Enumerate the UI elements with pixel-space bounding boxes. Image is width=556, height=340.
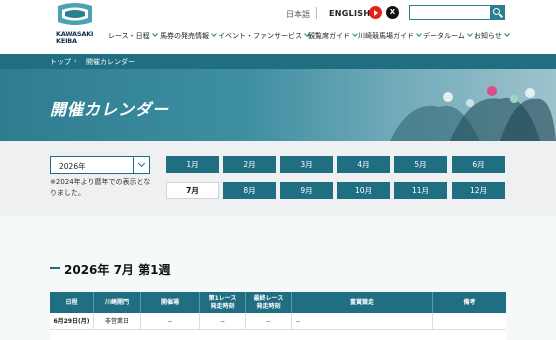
youtube-icon[interactable] — [369, 6, 382, 19]
heading-bar — [50, 267, 60, 269]
nav-item-events[interactable]: イベント・ファンサービス — [218, 31, 310, 41]
schedule-content: 2026年 7月 第1週 日程 川崎開門 開催場 第1レース 発走時刻 最終レー… — [0, 216, 556, 340]
search-button[interactable] — [490, 5, 505, 20]
month-button-9[interactable]: 9月 — [280, 182, 333, 199]
breadcrumb-separator: › — [74, 57, 77, 65]
month-button-10[interactable]: 10月 — [337, 182, 390, 199]
cell-venue: -- — [141, 313, 200, 330]
schedule-table-header: 日程 川崎開門 開催場 第1レース 発走時刻 最終レース 発走時刻 重賞競走 備… — [50, 292, 506, 313]
year-select[interactable]: 2026年 — [50, 156, 150, 174]
chevron-down-icon — [466, 31, 473, 37]
main-nav: レース・日程 馬券の発売情報 イベント・ファンサービス 観覧席ガイド 川崎競馬場… — [0, 31, 556, 45]
x-icon[interactable]: X — [386, 6, 399, 19]
search-icon-handle — [499, 13, 503, 18]
lang-ja-link[interactable]: 日本語 — [286, 9, 310, 20]
nav-item-label: データルーム — [423, 32, 465, 40]
nav-item-label: 観覧席ガイド — [308, 32, 350, 40]
nav-item-ticket-info[interactable]: 馬券の発売情報 — [160, 31, 217, 41]
chevron-down-icon — [352, 31, 358, 37]
table-next-row — [50, 330, 506, 340]
chevron-down-icon — [211, 31, 217, 37]
breadcrumb-home[interactable]: トップ — [50, 57, 71, 67]
nav-item-label: イベント・ファンサービス — [218, 32, 302, 40]
column-header-first-race: 第1レース 発走時刻 — [200, 292, 246, 313]
nav-item-label: お知らせ — [474, 32, 502, 40]
site-header: KAWASAKI KEIBA 日本語 ENGLISH X レース・日程 馬券の発… — [0, 0, 556, 54]
month-button-5[interactable]: 5月 — [394, 156, 447, 173]
hero-banner: 開催カレンダー — [0, 69, 556, 141]
breadcrumb: トップ › 開催カレンダー — [0, 54, 556, 69]
column-header-gate-open: 川崎開門 — [94, 292, 141, 313]
chevron-down-icon — [504, 31, 510, 37]
month-button-1[interactable]: 1月 — [166, 156, 219, 173]
nav-item-seating-guide[interactable]: 観覧席ガイド — [308, 31, 358, 41]
column-header-last-race: 最終レース 発走時刻 — [246, 292, 292, 313]
nav-item-label: レース・日程 — [108, 32, 150, 40]
chevron-down-icon — [151, 31, 158, 37]
lang-en-link[interactable]: ENGLISH — [329, 9, 370, 18]
nav-item-race-schedule[interactable]: レース・日程 — [108, 31, 158, 41]
month-button-2[interactable]: 2月 — [223, 156, 276, 173]
month-button-11[interactable]: 11月 — [394, 182, 447, 199]
racehorses-image — [390, 86, 556, 141]
calendar-note: ※2024年より暦年での表示となりました。 — [50, 178, 151, 197]
month-button-4[interactable]: 4月 — [337, 156, 390, 173]
column-header-graded-race: 重賞競走 — [292, 292, 433, 313]
breadcrumb-current: 開催カレンダー — [86, 58, 135, 66]
calendar-selector: 2026年 ※2024年より暦年での表示となりました。 1月 2月 3月 4月 … — [0, 141, 556, 216]
search-input[interactable] — [409, 5, 491, 20]
month-button-8[interactable]: 8月 — [223, 182, 276, 199]
nav-item-label: 馬券の発売情報 — [160, 32, 209, 40]
month-button-6[interactable]: 6月 — [452, 156, 505, 173]
cell-graded-race: -- — [292, 313, 433, 330]
cell-date: 6月29日(月) — [50, 313, 94, 330]
lang-divider — [316, 7, 317, 19]
nav-item-racecourse-guide[interactable]: 川崎競馬場ガイド — [358, 31, 422, 41]
nav-item-news[interactable]: お知らせ — [474, 31, 510, 41]
week-heading: 2026年 7月 第1週 — [64, 263, 171, 277]
cell-first-race: -- — [200, 313, 246, 330]
cell-gate-open: 非営業日 — [94, 313, 141, 330]
nav-item-data-room[interactable]: データルーム — [423, 31, 473, 41]
month-button-12[interactable]: 12月 — [452, 182, 505, 199]
page-title: 開催カレンダー — [50, 100, 170, 119]
nav-item-label: 川崎競馬場ガイド — [358, 32, 414, 40]
column-header-venue: 開催場 — [141, 292, 200, 313]
column-header-remarks: 備考 — [463, 298, 476, 306]
table-row: 6月29日(月) 非営業日 -- -- -- -- — [50, 313, 506, 330]
month-button-3[interactable]: 3月 — [280, 156, 333, 173]
chevron-down-icon — [416, 31, 422, 37]
month-button-7[interactable]: 7月 — [166, 182, 219, 199]
cell-remarks — [433, 313, 506, 330]
column-header-date: 日程 — [50, 292, 94, 313]
cell-last-race: -- — [246, 313, 292, 330]
chevron-down-icon — [133, 157, 149, 173]
year-select-value: 2026年 — [59, 162, 86, 171]
